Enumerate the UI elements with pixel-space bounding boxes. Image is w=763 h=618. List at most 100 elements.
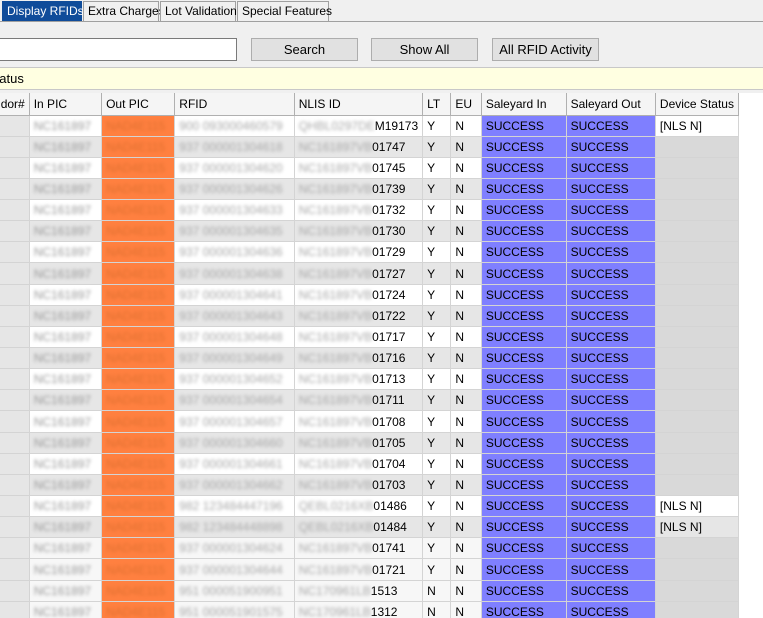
cell-in-pic[interactable]: NC161897 — [29, 157, 103, 179]
cell-lt[interactable]: Y — [422, 136, 452, 158]
cell-in-pic[interactable]: NC161897 — [29, 326, 103, 349]
cell-nlis-id[interactable]: NC161897VB01717 — [294, 326, 424, 349]
cell-lt[interactable]: N — [422, 580, 452, 602]
cell-nlis-id[interactable]: NC161897VB01708 — [294, 410, 424, 433]
cell-vendor[interactable] — [0, 199, 30, 222]
cell-rfid[interactable]: 951 000051900951 — [174, 580, 295, 602]
cell-vendor[interactable] — [0, 389, 30, 412]
cell-saleyard-in[interactable]: SUCCESS — [481, 199, 567, 222]
cell-eu[interactable]: N — [450, 474, 482, 497]
cell-saleyard-out[interactable]: SUCCESS — [566, 220, 656, 243]
cell-vendor[interactable] — [0, 262, 30, 285]
cell-saleyard-out[interactable]: SUCCESS — [566, 453, 656, 475]
cell-out-pic[interactable]: NAD4E115 — [101, 136, 176, 158]
cell-saleyard-out[interactable]: SUCCESS — [566, 368, 656, 391]
cell-eu[interactable]: N — [450, 580, 482, 602]
cell-nlis-id[interactable]: NC161897VB01704 — [294, 453, 424, 475]
cell-saleyard-out[interactable]: SUCCESS — [566, 474, 656, 497]
tab-extra-charges[interactable]: Extra Charges — [83, 1, 165, 21]
table-row[interactable]: NC161897 NAD4E115 937 000001304624 NC161897… — [0, 537, 740, 560]
cell-device-status[interactable] — [655, 347, 740, 370]
cell-rfid[interactable]: 937 000001304636 — [174, 241, 295, 264]
cell-lt[interactable]: N — [422, 601, 452, 618]
cell-lt[interactable]: Y — [422, 262, 452, 285]
cell-vendor[interactable] — [0, 326, 30, 349]
cell-lt[interactable]: Y — [422, 474, 452, 497]
cell-device-status[interactable] — [655, 558, 740, 581]
cell-rfid[interactable]: 937 000001304618 — [174, 136, 295, 158]
cell-saleyard-out[interactable]: SUCCESS — [566, 178, 656, 201]
col-header-vendor[interactable]: Vendor# — [0, 93, 30, 116]
cell-saleyard-in[interactable]: SUCCESS — [481, 115, 567, 137]
cell-lt[interactable]: Y — [422, 220, 452, 243]
cell-vendor[interactable] — [0, 453, 30, 475]
cell-rfid[interactable]: 937 000001304641 — [174, 284, 295, 306]
cell-rfid[interactable]: 951 000051901575 — [174, 601, 295, 618]
cell-nlis-id[interactable]: NC170961LB1513 — [294, 580, 424, 602]
cell-out-pic[interactable]: NAD4E115 — [101, 326, 176, 349]
cell-rfid[interactable]: 900 093000460579 — [174, 115, 295, 137]
cell-vendor[interactable] — [0, 537, 30, 560]
cell-in-pic[interactable]: NC161897 — [29, 474, 103, 497]
cell-vendor[interactable] — [0, 178, 30, 201]
cell-device-status[interactable] — [655, 178, 740, 201]
cell-nlis-id[interactable]: NC161897VB01732 — [294, 199, 424, 222]
cell-lt[interactable]: Y — [422, 326, 452, 349]
cell-saleyard-in[interactable]: SUCCESS — [481, 389, 567, 412]
cell-saleyard-in[interactable]: SUCCESS — [481, 284, 567, 306]
cell-in-pic[interactable]: NC161897 — [29, 178, 103, 201]
cell-saleyard-out[interactable]: SUCCESS — [566, 580, 656, 602]
cell-saleyard-in[interactable]: SUCCESS — [481, 326, 567, 349]
col-header-device-status[interactable]: Device Status — [655, 93, 740, 116]
cell-device-status[interactable] — [655, 284, 740, 306]
cell-in-pic[interactable]: NC161897 — [29, 558, 103, 581]
cell-eu[interactable]: N — [450, 326, 482, 349]
cell-device-status[interactable]: [NLS N] — [655, 115, 740, 137]
table-row[interactable]: NC161897 NAD4E115 937 000001304660 NC161897… — [0, 432, 740, 454]
cell-device-status[interactable] — [655, 453, 740, 475]
cell-vendor[interactable] — [0, 347, 30, 370]
cell-lt[interactable]: Y — [422, 495, 452, 518]
cell-out-pic[interactable]: NAD4E115 — [101, 220, 176, 243]
cell-saleyard-out[interactable]: SUCCESS — [566, 284, 656, 306]
cell-rfid[interactable]: 937 000001304633 — [174, 199, 295, 222]
cell-eu[interactable]: N — [450, 262, 482, 285]
cell-lt[interactable]: Y — [422, 199, 452, 222]
cell-eu[interactable]: N — [450, 389, 482, 412]
table-row[interactable]: NC161897 NAD4E115 937 000001304648 NC161897… — [0, 326, 740, 349]
cell-out-pic[interactable]: NAD4E115 — [101, 453, 176, 475]
col-header-in-pic[interactable]: In PIC — [29, 93, 103, 116]
cell-eu[interactable]: N — [450, 601, 482, 618]
cell-eu[interactable]: N — [450, 558, 482, 581]
cell-out-pic[interactable]: NAD4E115 — [101, 516, 176, 539]
table-row[interactable]: NC161897 NAD4E115 937 000001304654 NC161897… — [0, 389, 740, 412]
cell-nlis-id[interactable]: QEBL0216XB01486 — [294, 495, 424, 518]
cell-eu[interactable]: N — [450, 157, 482, 179]
cell-device-status[interactable] — [655, 136, 740, 158]
cell-vendor[interactable] — [0, 115, 30, 137]
cell-out-pic[interactable]: NAD4E115 — [101, 157, 176, 179]
cell-out-pic[interactable]: NAD4E115 — [101, 474, 176, 497]
cell-out-pic[interactable]: NAD4E115 — [101, 495, 176, 518]
show-all-button[interactable]: Show All — [371, 38, 478, 61]
cell-nlis-id[interactable]: NC161897VB01730 — [294, 220, 424, 243]
cell-saleyard-in[interactable]: SUCCESS — [481, 368, 567, 391]
search-input[interactable] — [0, 38, 237, 61]
cell-nlis-id[interactable]: NC161897VB01721 — [294, 558, 424, 581]
cell-eu[interactable]: N — [450, 537, 482, 560]
cell-eu[interactable]: N — [450, 495, 482, 518]
cell-out-pic[interactable]: NAD4E115 — [101, 305, 176, 327]
cell-out-pic[interactable]: NAD4E115 — [101, 241, 176, 264]
cell-lt[interactable]: Y — [422, 537, 452, 560]
col-header-out-pic[interactable]: Out PIC — [101, 93, 176, 116]
cell-nlis-id[interactable]: NC161897VB01713 — [294, 368, 424, 391]
cell-nlis-id[interactable]: NC161897VB01745 — [294, 157, 424, 179]
cell-lt[interactable]: Y — [422, 432, 452, 454]
cell-device-status[interactable] — [655, 368, 740, 391]
table-row[interactable]: NC161897 NAD4E115 937 000001304636 NC161897… — [0, 241, 740, 264]
cell-rfid[interactable]: 937 000001304660 — [174, 432, 295, 454]
cell-rfid[interactable]: 937 000001304657 — [174, 410, 295, 433]
cell-out-pic[interactable]: NAD4E115 — [101, 368, 176, 391]
cell-device-status[interactable] — [655, 432, 740, 454]
cell-in-pic[interactable]: NC161897 — [29, 453, 103, 475]
